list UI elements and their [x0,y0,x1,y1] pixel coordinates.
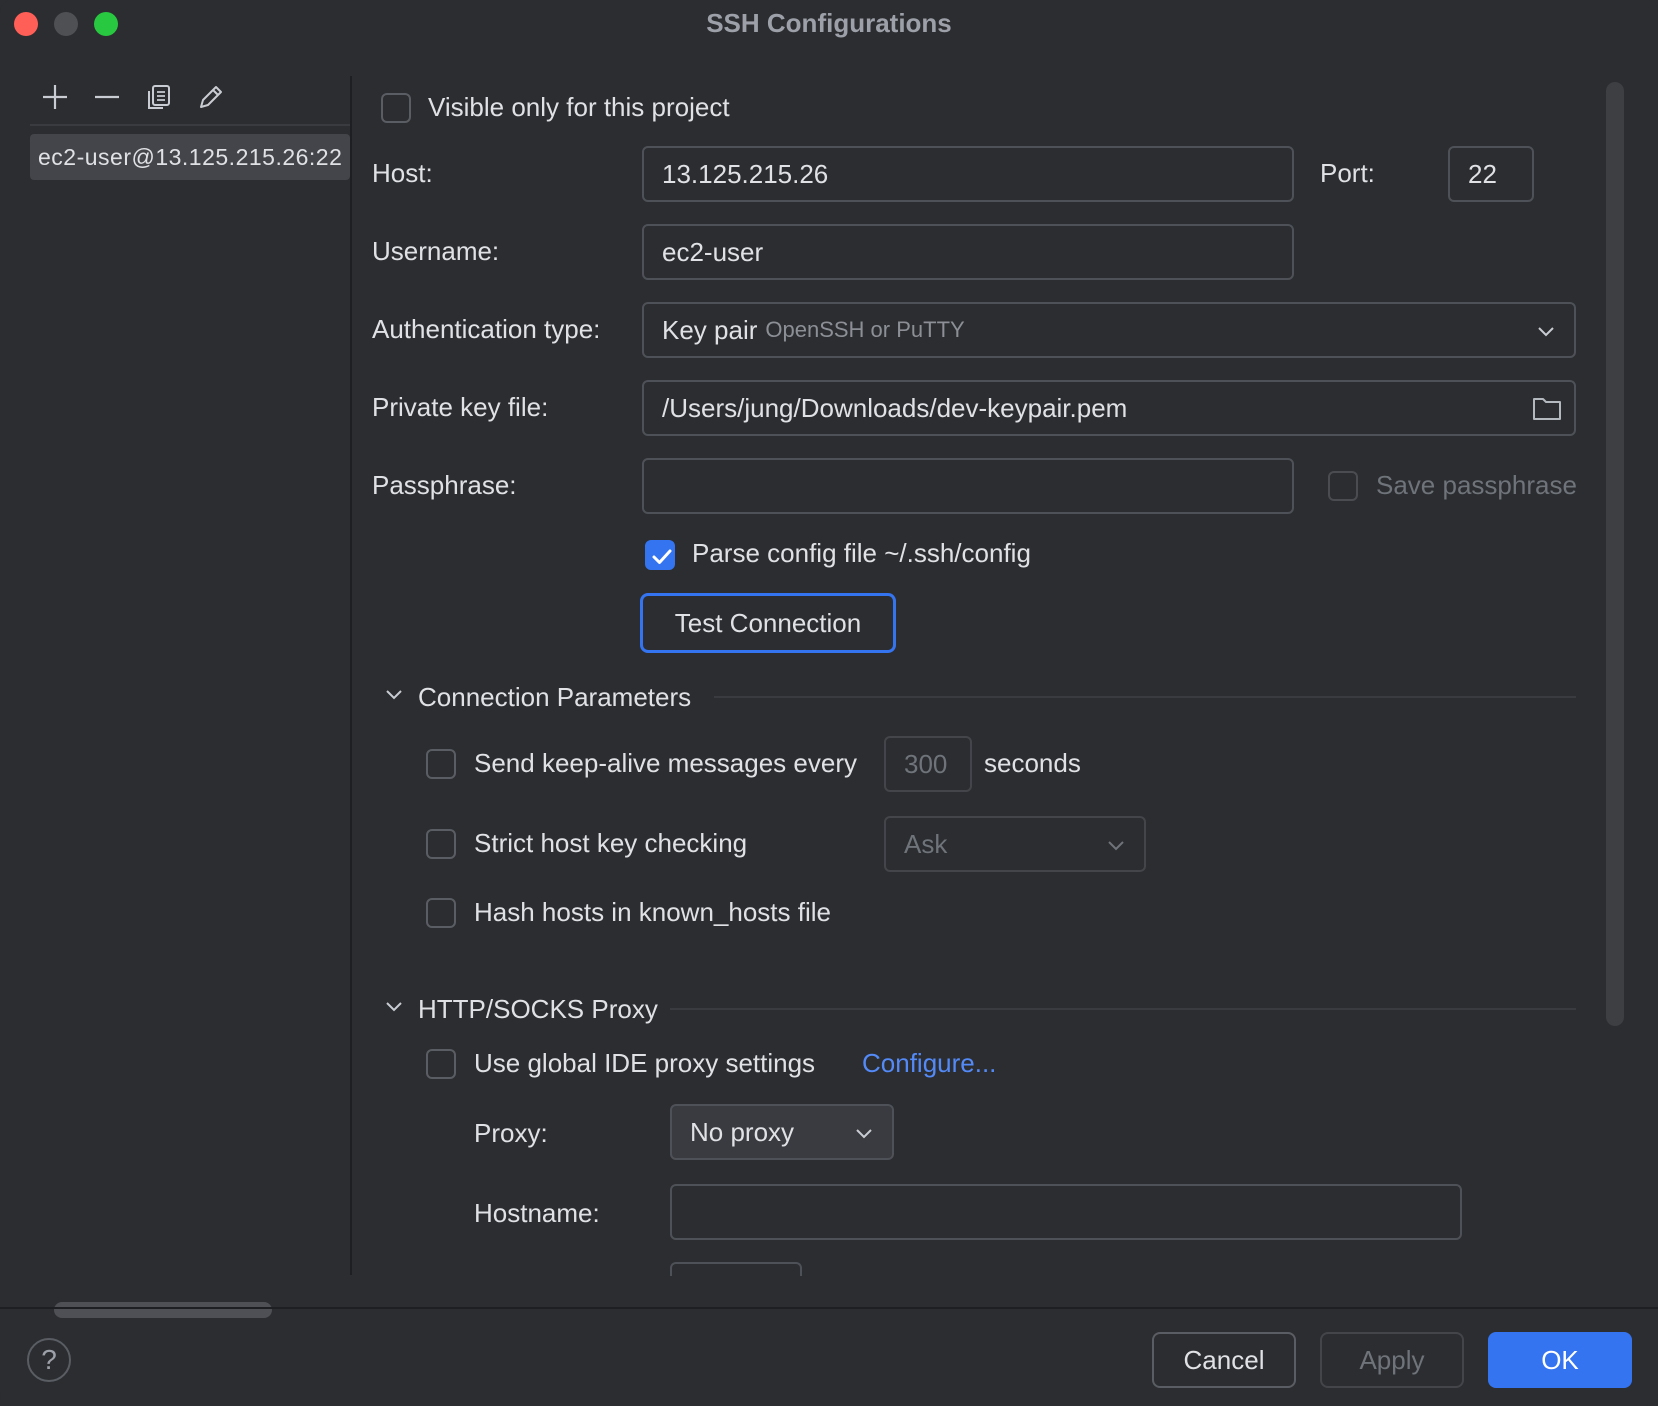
private-key-label: Private key file: [372,392,549,422]
host-input[interactable]: 13.125.215.26 [642,146,1294,202]
horizontal-scrollbar[interactable] [54,1302,272,1318]
visible-only-checkbox[interactable] [381,93,411,123]
private-key-input[interactable]: /Users/jung/Downloads/dev-keypair.pem [642,380,1576,436]
auth-type-label: Authentication type: [372,314,601,344]
private-key-value: /Users/jung/Downloads/dev-keypair.pem [662,392,1128,423]
save-passphrase-checkbox[interactable] [1328,471,1358,501]
keepalive-label: Send keep-alive messages every [474,748,857,778]
connection-parameters-header[interactable]: Connection Parameters [418,682,691,713]
folder-icon[interactable] [1532,394,1562,422]
apply-button[interactable]: Apply [1320,1332,1464,1388]
port-label: Port: [1320,158,1375,188]
global-proxy-label: Use global IDE proxy settings [474,1048,816,1078]
strict-host-checkbox[interactable] [426,829,456,859]
configurations-list-panel: ec2-user@13.125.215.26:22 [0,48,350,1318]
cancel-button[interactable]: Cancel [1152,1332,1296,1388]
hash-hosts-label: Hash hosts in known_hosts file [474,897,831,927]
auth-type-value: Key pair [662,314,758,345]
remove-icon[interactable] [92,82,122,112]
strict-host-select[interactable]: Ask [884,816,1146,872]
hostname-label: Hostname: [474,1198,600,1228]
help-button[interactable]: ? [27,1338,71,1382]
passphrase-input[interactable] [642,458,1294,514]
save-passphrase-label: Save passphrase [1376,470,1577,500]
host-label: Host: [372,158,433,188]
auth-type-select[interactable]: Key pair OpenSSH or PuTTY [642,302,1576,358]
parse-config-checkbox[interactable] [645,540,675,570]
username-label: Username: [372,236,500,266]
section-divider [714,696,1576,698]
chevron-down-icon [1538,327,1554,337]
ssh-configurations-dialog: SSH Configurations ec2-user@13.125.215.2… [0,0,1658,1406]
global-proxy-checkbox[interactable] [426,1049,456,1079]
proxy-section-header[interactable]: HTTP/SOCKS Proxy [418,994,658,1025]
add-icon[interactable] [40,82,70,112]
copy-icon[interactable] [144,82,174,112]
keepalive-unit: seconds [984,748,1081,778]
test-connection-button[interactable]: Test Connection [640,593,896,653]
footer-divider [0,1307,1658,1309]
visible-only-label: Visible only for this project [428,92,730,122]
hash-hosts-checkbox[interactable] [426,898,456,928]
toolbar-divider [30,124,350,126]
proxy-select[interactable]: No proxy [670,1104,894,1160]
port-input[interactable]: 22 [1448,146,1534,202]
auth-type-hint: OpenSSH or PuTTY [765,317,965,342]
checkmark-icon [652,549,672,564]
proxy-hostname-input[interactable] [670,1184,1462,1240]
username-input[interactable]: ec2-user [642,224,1294,280]
chevron-down-icon[interactable] [384,688,404,702]
keepalive-interval-input[interactable]: 300 [884,736,972,792]
panel-divider[interactable] [350,76,352,1275]
proxy-label: Proxy: [474,1118,548,1148]
chevron-down-icon[interactable] [384,1000,404,1014]
title-bar: SSH Configurations [0,0,1658,48]
proxy-port-input[interactable] [670,1262,802,1276]
passphrase-label: Passphrase: [372,470,517,500]
ok-button[interactable]: OK [1488,1332,1632,1388]
config-list-item[interactable]: ec2-user@13.125.215.26:22 [30,134,350,180]
chevron-down-icon [1108,841,1124,851]
proxy-select-value: No proxy [690,1116,795,1147]
edit-icon[interactable] [196,82,226,112]
window-title: SSH Configurations [706,8,952,38]
strict-host-value: Ask [904,828,948,859]
strict-host-label: Strict host key checking [474,828,748,858]
vertical-scrollbar[interactable] [1606,82,1624,1026]
section-divider [670,1008,1576,1010]
chevron-down-icon [856,1129,872,1139]
parse-config-label: Parse config file ~/.ssh/config [692,538,1031,568]
configure-link[interactable]: Configure... [862,1048,996,1079]
keepalive-checkbox[interactable] [426,749,456,779]
